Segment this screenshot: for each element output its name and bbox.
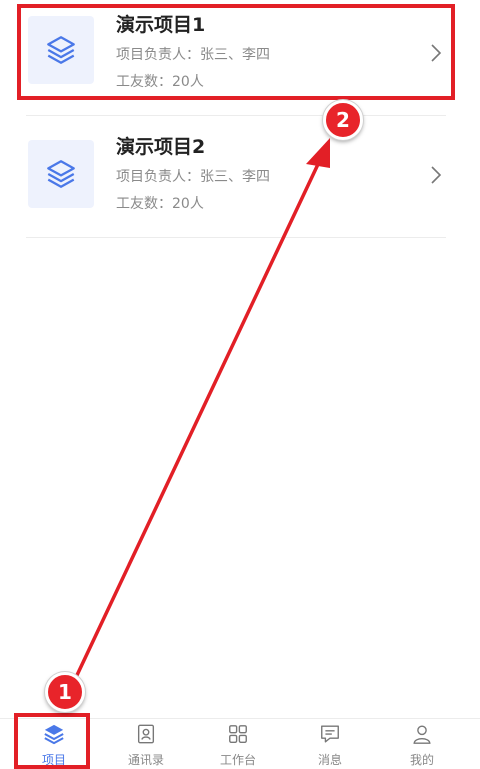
project-card-2[interactable]: 演示项目2 项目负责人：张三、李四 工友数：20人 bbox=[0, 122, 480, 238]
tab-label: 工作台 bbox=[219, 753, 256, 767]
contacts-icon bbox=[137, 724, 155, 744]
tab-label: 消息 bbox=[317, 753, 342, 767]
project-worker-count: 工友数：20人 bbox=[116, 74, 204, 90]
tab-label: 项目 bbox=[41, 753, 66, 767]
tab-messages[interactable]: 消息 bbox=[300, 723, 360, 768]
user-icon bbox=[413, 725, 431, 744]
bottom-tab-bar: 项目 通讯录 工作台 消息 我的 bbox=[0, 718, 480, 767]
project-title: 演示项目2 bbox=[116, 136, 206, 158]
step-badge-2: 2 bbox=[323, 100, 363, 140]
project-card-1[interactable]: 演示项目1 项目负责人：张三、李四 工友数：20人 bbox=[0, 0, 480, 116]
tab-contacts[interactable]: 通讯录 bbox=[116, 723, 176, 768]
tab-projects[interactable]: 项目 bbox=[24, 723, 84, 768]
layers-icon bbox=[44, 724, 64, 745]
tab-me[interactable]: 我的 bbox=[392, 723, 452, 768]
layers-icon bbox=[47, 36, 75, 64]
divider bbox=[26, 237, 446, 238]
step-badge-1: 1 bbox=[45, 672, 85, 712]
message-icon bbox=[321, 725, 339, 743]
chevron-right-icon[interactable] bbox=[428, 164, 444, 186]
tab-label: 我的 bbox=[409, 753, 434, 767]
chevron-right-icon[interactable] bbox=[428, 42, 444, 64]
project-worker-count: 工友数：20人 bbox=[116, 196, 204, 212]
grid-icon bbox=[229, 725, 247, 743]
tab-label: 通讯录 bbox=[127, 753, 164, 767]
project-owner: 项目负责人：张三、李四 bbox=[116, 169, 270, 185]
project-thumbnail bbox=[28, 140, 94, 208]
project-thumbnail bbox=[28, 16, 94, 84]
divider bbox=[26, 115, 446, 116]
layers-icon bbox=[47, 160, 75, 188]
tab-workbench[interactable]: 工作台 bbox=[208, 723, 268, 768]
project-owner: 项目负责人：张三、李四 bbox=[116, 47, 270, 63]
project-title: 演示项目1 bbox=[116, 14, 206, 36]
